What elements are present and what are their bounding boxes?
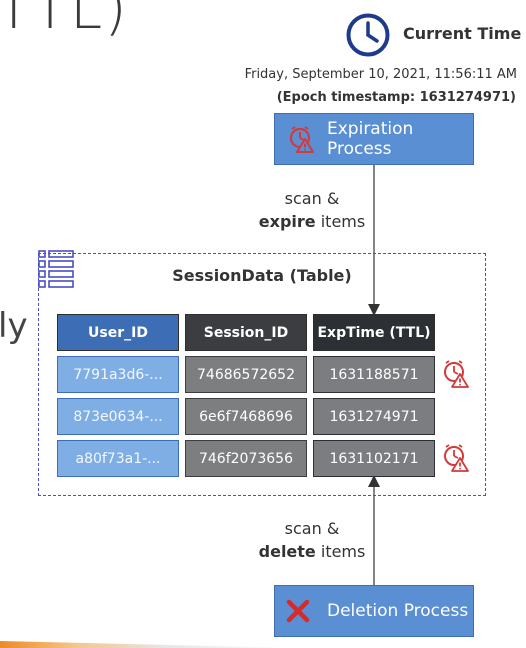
cell-session-id: 6e6f7468696 — [185, 398, 307, 435]
table-title: SessionData (Table) — [172, 266, 352, 285]
cell-user-id: a80f73a1-... — [57, 440, 179, 477]
column-header-session-id: Session_ID — [185, 314, 307, 351]
decorative-bottom-bar — [0, 641, 300, 648]
scan-delete-verb: delete — [258, 542, 316, 561]
scan-expire-verb: expire — [258, 212, 316, 231]
cell-user-id: 7791a3d6-... — [57, 356, 179, 393]
column-header-user-id: User_ID — [57, 314, 179, 351]
column-header-exptime: ExpTime (TTL) — [313, 314, 435, 351]
expired-alarm-icon — [441, 359, 471, 389]
scan-expire-rest: items — [315, 212, 366, 231]
cell-session-id: 746f2073656 — [185, 440, 307, 477]
deletion-process-label: Deletion Process — [327, 601, 469, 621]
cell-user-id: 873e0634-... — [57, 398, 179, 435]
cell-session-id: 74686572652 — [185, 356, 307, 393]
scan-expire-line1: scan & — [284, 189, 340, 208]
expired-alarm-icon — [441, 443, 471, 473]
cell-exptime: 1631102171 — [313, 440, 435, 477]
cell-exptime: 1631274971 — [313, 398, 435, 435]
scan-expire-note: scan & expire items — [242, 187, 382, 233]
scan-delete-rest: items — [315, 542, 366, 561]
deletion-process-box: Deletion Process — [274, 585, 474, 637]
cell-exptime: 1631188571 — [313, 356, 435, 393]
scan-delete-line1: scan & — [284, 519, 340, 538]
red-x-icon — [283, 596, 313, 626]
scan-delete-note: scan & delete items — [242, 517, 382, 563]
